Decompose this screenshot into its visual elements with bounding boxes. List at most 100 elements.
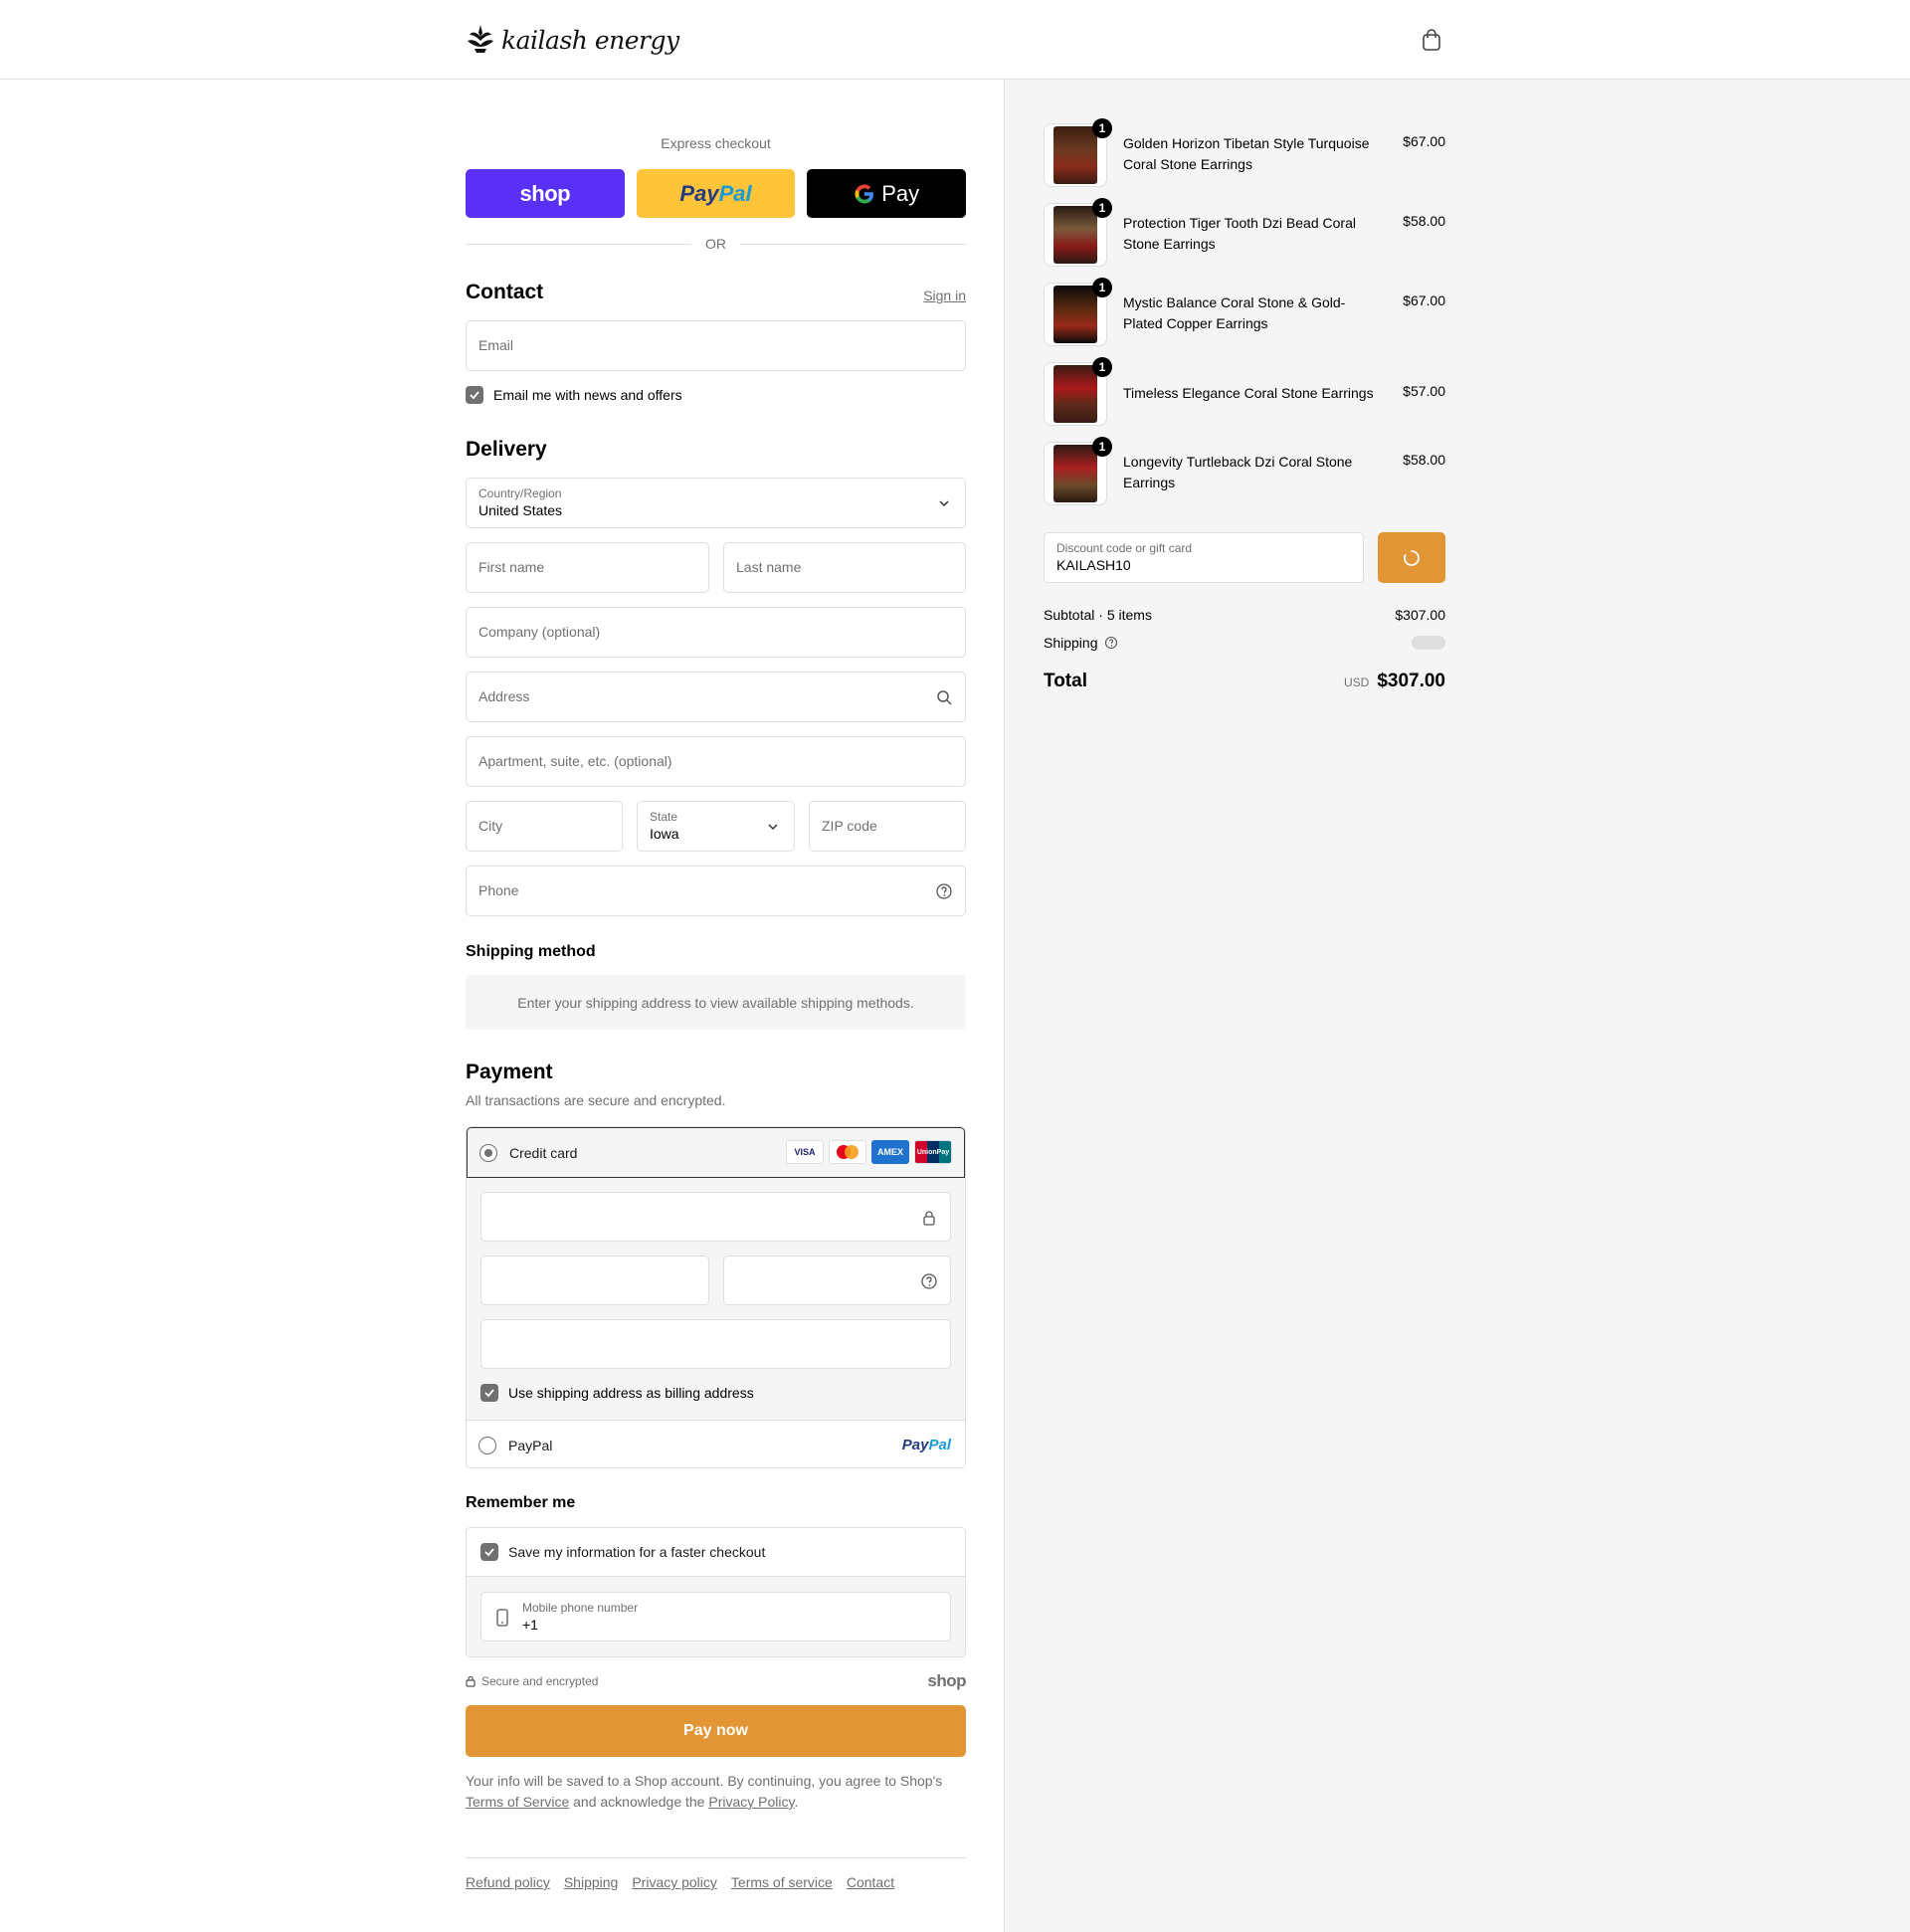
terms-of-service-link[interactable]: Terms of Service [466,1794,569,1810]
pay-now-button[interactable]: Pay now [466,1705,966,1757]
apartment-placeholder: Apartment, suite, etc. (optional) [478,753,672,769]
remember-me-title: Remember me [466,1494,576,1511]
footer-divider [466,1857,966,1858]
security-code-field[interactable] [723,1256,951,1305]
quantity-badge: 1 [1092,198,1112,218]
refund-policy-link[interactable]: Refund policy [466,1874,550,1890]
country-select[interactable]: Country/Region United States [466,478,966,528]
product-image [1053,206,1097,264]
contact-link[interactable]: Contact [847,1874,894,1890]
paypal-label-pal: Pal [718,180,752,206]
divider-line [740,243,966,245]
save-info-checkbox[interactable] [480,1543,498,1561]
subtotal-value: $307.00 [1395,607,1445,623]
cart-item: 1 Timeless Elegance Coral Stone Earrings… [1044,357,1445,426]
subtotal-label: Subtotal · 5 items [1044,607,1152,623]
billing-checkbox-row[interactable]: Use shipping address as billing address [480,1384,754,1402]
address-field[interactable]: Address [466,672,966,722]
apply-discount-button[interactable] [1378,532,1445,583]
email-placeholder: Email [478,337,514,353]
credit-card-form: Use shipping address as billing address [467,1178,965,1421]
mobile-phone-value: +1 [522,1617,538,1633]
paypal-radio[interactable] [478,1436,496,1454]
help-circle-icon[interactable] [1104,636,1118,650]
name-on-card-field[interactable] [480,1319,951,1369]
zip-placeholder: ZIP code [822,818,877,834]
currency-code: USD [1343,676,1370,689]
paypal-option[interactable]: PayPal PayPal [467,1421,965,1467]
credit-card-option[interactable]: Credit card VISA AMEX UnionPay [467,1127,965,1178]
shipping-link[interactable]: Shipping [564,1874,619,1890]
card-logos: VISA AMEX UnionPay [786,1140,952,1164]
save-info-row[interactable]: Save my information for a faster checkou… [467,1528,965,1577]
help-circle-icon[interactable] [920,1272,938,1290]
zip-field[interactable]: ZIP code [809,801,966,852]
google-pay-label: Pay [881,180,920,206]
mobile-phone-icon [496,1609,508,1627]
paypal-logo-pay: Pay [901,1437,929,1453]
news-checkbox-row[interactable]: Email me with news and offers [466,386,682,404]
shop-pay-button[interactable]: shop [466,169,625,218]
total-label: Total [1044,671,1087,691]
product-image [1053,286,1097,343]
shipping-method-notice: Enter your shipping address to view avai… [466,975,966,1030]
city-field[interactable]: City [466,801,623,852]
footer-links: Refund policy Shipping Privacy policy Te… [466,1874,894,1890]
last-name-placeholder: Last name [736,559,802,575]
subtotal-row: Subtotal · 5 items $307.00 [1044,607,1445,623]
remember-me-box: Save my information for a faster checkou… [466,1527,966,1657]
chevron-down-icon [939,500,949,507]
apartment-field[interactable]: Apartment, suite, etc. (optional) [466,736,966,787]
last-name-field[interactable]: Last name [723,542,966,593]
terms-of-service-footer-link[interactable]: Terms of service [731,1874,833,1890]
product-price: $67.00 [1403,292,1445,308]
product-name: Timeless Elegance Coral Stone Earrings [1123,385,1374,401]
quantity-badge: 1 [1092,278,1112,297]
product-price: $58.00 [1403,213,1445,229]
phone-field[interactable]: Phone [466,866,966,916]
product-price: $58.00 [1403,452,1445,468]
card-number-field[interactable] [480,1192,951,1242]
payment-methods: Credit card VISA AMEX UnionPay Use shipp… [466,1126,966,1468]
discount-code-field[interactable]: Discount code or gift card KAILASH10 [1044,532,1364,583]
sign-in-link[interactable]: Sign in [923,288,966,303]
search-icon[interactable] [935,688,953,706]
header: kailash energy [0,0,1910,80]
secure-row: Secure and encrypted shop [466,1671,966,1691]
billing-checkbox-label: Use shipping address as billing address [508,1385,754,1401]
email-field[interactable]: Email [466,320,966,371]
loading-spinner-icon [1404,549,1420,566]
company-placeholder: Company (optional) [478,624,601,640]
privacy-policy-link[interactable]: Privacy Policy [708,1794,794,1810]
lock-icon [923,1211,935,1226]
news-checkbox[interactable] [466,386,483,404]
product-price: $57.00 [1403,383,1445,399]
shop-pay-label: shop [519,180,571,206]
paypal-express-button[interactable]: Pay Pal [636,169,796,218]
product-price: $67.00 [1403,133,1445,149]
company-field[interactable]: Company (optional) [466,607,966,658]
shop-logo: shop [927,1671,966,1690]
google-pay-button[interactable]: Pay [807,169,967,218]
mobile-phone-label: Mobile phone number [522,1601,639,1615]
expiration-field[interactable] [480,1256,709,1305]
product-name: Golden Horizon Tibetan Style Turquoise C… [1123,135,1370,172]
first-name-field[interactable]: First name [466,542,709,593]
privacy-policy-footer-link[interactable]: Privacy policy [632,1874,717,1890]
payment-title: Payment [466,1061,553,1083]
total-value-group: USD $307.00 [1344,671,1445,692]
mastercard-icon [829,1140,866,1164]
mobile-phone-field[interactable]: Mobile phone number +1 [480,1592,951,1642]
brand-name: kailash energy [501,25,679,55]
billing-checkbox[interactable] [480,1384,498,1402]
product-thumbnail: 1 [1044,118,1112,187]
cart-item: 1 Golden Horizon Tibetan Style Turquoise… [1044,118,1445,187]
state-value: Iowa [650,826,679,842]
credit-card-radio[interactable] [479,1143,497,1162]
brand-logo[interactable]: kailash energy [466,20,679,60]
help-circle-icon[interactable] [935,882,953,900]
save-info-label: Save my information for a faster checkou… [508,1544,766,1560]
divider-line [466,243,691,245]
state-select[interactable]: State Iowa [637,801,795,852]
shopping-bag-icon[interactable] [1421,28,1442,52]
